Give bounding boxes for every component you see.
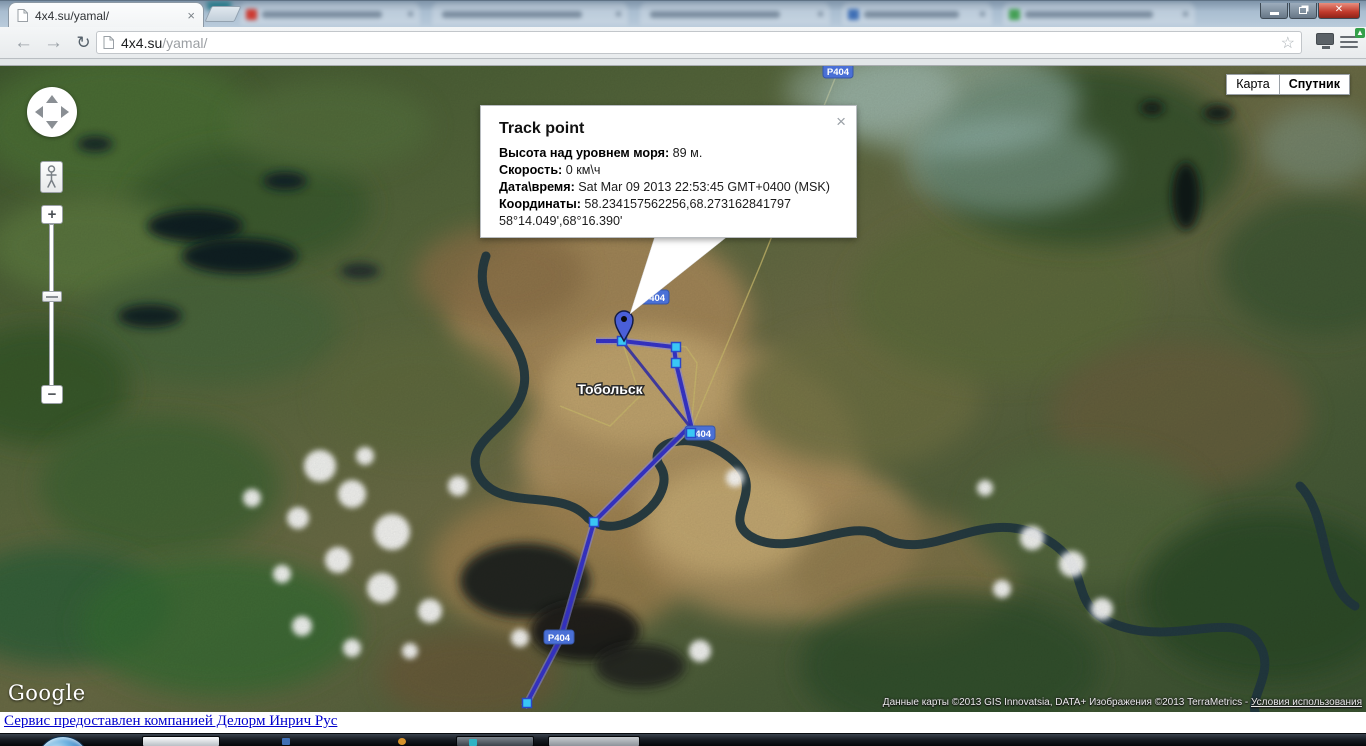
close-button[interactable]: ✕ [1318,3,1360,19]
url-host: 4x4.su [121,35,162,51]
update-badge: ▲ [1355,28,1365,38]
info-window-title: Track point [499,120,842,138]
datetime-row: Дата\время: Sat Mar 09 2013 22:53:45 GMT… [499,179,842,196]
reload-button[interactable]: ↻ [70,30,97,56]
coordinates-row: Координаты: 58.234157562256,68.273162841… [499,196,842,213]
pan-up-icon[interactable] [46,95,58,103]
waypoint[interactable] [590,518,599,527]
map-attribution: Данные карты ©2013 GIS Innovatsia, DATA+… [883,697,1362,708]
map-type-satellite-button[interactable]: Спутник [1280,74,1350,95]
waypoint[interactable] [687,429,696,438]
city-label: Тобольск [577,381,643,397]
pan-control[interactable] [27,87,77,137]
restore-button[interactable] [1289,3,1317,19]
page-favicon [103,36,114,49]
address-bar[interactable]: 4x4.su/yamal/ ☆ [96,31,1302,54]
background-tab[interactable]: × [1003,3,1195,25]
active-tab[interactable]: 4x4.su/yamal/ × [8,2,204,27]
map-type-map-button[interactable]: Карта [1226,74,1279,95]
svg-text:Р404: Р404 [827,67,850,78]
road-shield-p404: Р404 [823,66,853,78]
pan-left-icon[interactable] [35,106,43,118]
speed-row: Скорость: 0 км\ч [499,162,842,179]
google-logo[interactable]: Google [8,681,86,705]
forward-button[interactable]: → [40,30,67,56]
pegman-icon [45,165,58,189]
tab-title: 4x4.su/yamal/ [35,9,187,23]
background-tab[interactable]: × [842,3,992,25]
map-viewport[interactable]: Р404 Р404 Р404 Р404 [0,66,1366,712]
waypoint[interactable] [672,359,681,368]
window-controls: ✕ [1259,3,1360,19]
zoom-slider-handle[interactable] [42,291,62,302]
background-window-tabs: × × × × × [0,1,1366,27]
pegman-button[interactable] [40,161,63,193]
favicon [848,9,859,20]
monitor-icon[interactable] [1316,33,1336,51]
page-favicon [17,9,28,22]
back-button[interactable]: ← [10,30,37,56]
terms-of-use-link[interactable]: Условия использования [1251,697,1362,708]
start-button[interactable] [36,736,90,746]
taskbar-button[interactable] [456,736,534,746]
windows-taskbar [0,733,1366,746]
info-window-close-icon[interactable]: × [836,114,846,129]
zoom-out-button[interactable]: − [41,385,63,404]
favicon [246,9,257,20]
background-tab[interactable]: × [240,3,420,25]
minimize-button[interactable] [1260,3,1288,19]
menu-icon[interactable]: ▲ [1340,33,1362,51]
browser-toolbar: ← → ↻ 4x4.su/yamal/ ☆ ▲ [0,27,1366,59]
zoom-slider-track[interactable] [49,224,54,387]
taskbar-icon [469,739,477,746]
page-footer: Сервис предоставлен компанией Делорм Инр… [0,712,1366,733]
taskbar-button[interactable] [548,736,640,746]
taskbar-icon[interactable] [398,738,406,745]
toolbar-divider [0,59,1366,66]
pan-right-icon[interactable] [61,106,69,118]
road-shield-p404: Р404 [544,630,574,644]
info-window: × Track point Высота над уровнем моря: 8… [480,105,857,238]
background-tab[interactable]: × [640,3,830,25]
road-shield-p404: Р404 [639,290,669,304]
waypoint[interactable] [672,343,681,352]
map-type-control: Карта Спутник [1226,74,1350,95]
background-tab[interactable]: × [432,3,628,25]
zoom-in-button[interactable]: + [41,205,63,224]
url-path: /yamal/ [162,35,207,51]
waypoint[interactable] [523,699,532,708]
tab-strip: × × × × × [0,0,1366,27]
tab-close-icon[interactable]: × [187,9,195,22]
service-provider-link[interactable]: Сервис предоставлен компанией Делорм Инр… [4,713,337,730]
altitude-row: Высота над уровнем моря: 89 м. [499,145,842,162]
svg-text:Р404: Р404 [643,293,666,304]
bookmark-star-icon[interactable]: ☆ [1281,33,1295,53]
taskbar-icon[interactable] [282,738,290,745]
pan-down-icon[interactable] [46,121,58,129]
favicon [1009,9,1020,20]
svg-text:Р404: Р404 [548,633,571,644]
browser-window: × × × × × [0,0,1366,746]
coordinates-dms-row: 58°14.049',68°16.390' [499,213,842,230]
taskbar-button[interactable] [142,736,220,746]
